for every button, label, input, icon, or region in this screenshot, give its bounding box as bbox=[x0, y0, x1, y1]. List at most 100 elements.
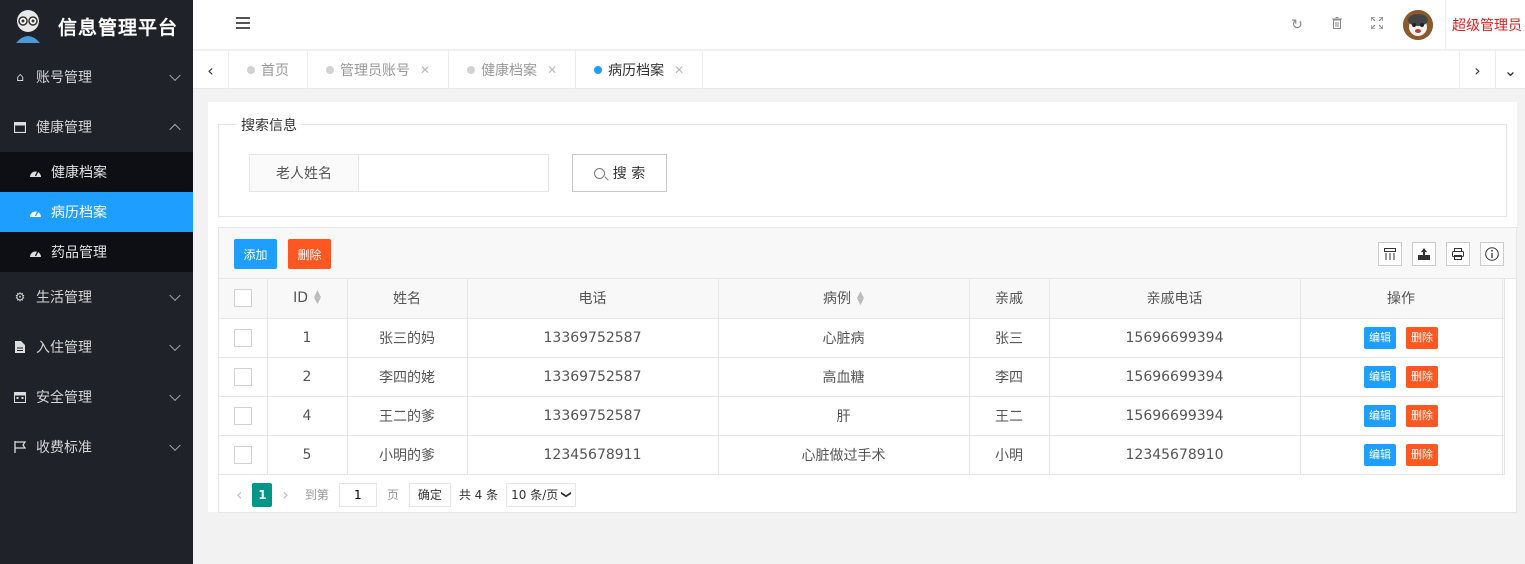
goto-confirm-button[interactable]: 确定 bbox=[408, 482, 451, 507]
sidebar-item-security[interactable]: 安全管理 bbox=[0, 372, 193, 422]
column-header-relative: 亲戚 bbox=[969, 279, 1050, 319]
chevron-down-icon: ❯ bbox=[560, 490, 572, 499]
print-icon[interactable] bbox=[1446, 242, 1470, 266]
cell-relative: 王二 bbox=[969, 396, 1050, 436]
info-icon[interactable] bbox=[1480, 242, 1504, 266]
tabs-scroll-left-icon[interactable]: ‹ bbox=[193, 51, 229, 89]
cell-name: 张三的妈 bbox=[347, 318, 468, 358]
tab-label: 病历档案 bbox=[608, 63, 665, 79]
search-input[interactable] bbox=[358, 154, 549, 192]
row-delete-button[interactable]: 删除 bbox=[1406, 365, 1438, 388]
row-checkbox[interactable] bbox=[233, 367, 252, 386]
chevron-down-icon bbox=[169, 69, 181, 82]
tabs-scroll-right-icon[interactable]: › bbox=[1459, 51, 1495, 89]
cell-phone: 12345678911 bbox=[467, 435, 719, 475]
row-checkbox[interactable] bbox=[233, 406, 252, 425]
prev-page-icon[interactable]: ‹ bbox=[236, 485, 242, 504]
page-unit-label: 页 bbox=[386, 488, 399, 502]
cell-id: 5 bbox=[267, 435, 348, 475]
tab-health-records[interactable]: 健康档案 ✕ bbox=[449, 51, 577, 89]
search-button[interactable]: 搜 索 bbox=[572, 154, 667, 192]
cell-actions: 编辑 删除 bbox=[1300, 318, 1503, 358]
table-row: 1 张三的妈 13369752587 心脏病 张三 15696699394 编辑… bbox=[219, 318, 1505, 358]
sidebar-item-medical-records[interactable]: 病历档案 bbox=[0, 192, 193, 232]
page-size-value: 10 条/页 bbox=[511, 488, 559, 502]
row-checkbox[interactable] bbox=[233, 445, 252, 464]
edit-button[interactable]: 编辑 bbox=[1364, 443, 1396, 466]
fullscreen-icon[interactable] bbox=[1357, 16, 1397, 33]
column-header-actions: 操作 bbox=[1300, 279, 1503, 319]
table-toolbar: 添加 删除 bbox=[219, 228, 1516, 279]
user-name[interactable]: 超级管理员 bbox=[1445, 0, 1522, 50]
cell-relative-phone: 15696699394 bbox=[1049, 357, 1301, 397]
page-current[interactable]: 1 bbox=[252, 482, 273, 507]
row-delete-button[interactable]: 删除 bbox=[1406, 443, 1438, 466]
top-header: ↻ 超级管理员 bbox=[193, 0, 1525, 50]
close-icon[interactable]: ✕ bbox=[420, 63, 430, 77]
sidebar: 信息管理平台 ⌂ 账号管理 健康管理 健康档案 病历档案 药品管理 ⚙ 生活管理… bbox=[0, 0, 193, 564]
next-page-icon[interactable]: › bbox=[282, 485, 288, 504]
sidebar-item-account[interactable]: ⌂ 账号管理 bbox=[0, 52, 193, 102]
cell-case: 高血糖 bbox=[718, 357, 970, 397]
tab-home[interactable]: 首页 bbox=[229, 51, 308, 89]
cell-actions: 编辑 删除 bbox=[1300, 435, 1503, 475]
avatar[interactable] bbox=[1403, 10, 1433, 40]
records-table: ID ▲ ▼ 姓名 电话 病例 ▲ ▼ 亲戚 亲戚电话 操作 1 张三的妈 13… bbox=[219, 279, 1505, 475]
flag-icon bbox=[13, 440, 27, 454]
sidebar-item-label: 健康档案 bbox=[51, 165, 107, 181]
data-table: 添加 删除 ID ▲ ▼ 姓名 电话 病例 ▲ ▼ 亲戚 亲戚电话 操作 1 张… bbox=[218, 227, 1517, 513]
goto-page-input[interactable] bbox=[338, 482, 377, 507]
sort-icon[interactable]: ▲ ▼ bbox=[314, 290, 321, 306]
calendar-icon bbox=[13, 390, 27, 404]
app-title: 信息管理平台 bbox=[58, 16, 179, 39]
search-icon bbox=[593, 167, 605, 179]
tab-medical-records[interactable]: 病历档案 ✕ bbox=[576, 51, 704, 89]
table-header-row: ID ▲ ▼ 姓名 电话 病例 ▲ ▼ 亲戚 亲戚电话 操作 bbox=[219, 279, 1505, 319]
tab-admin-accounts[interactable]: 管理员账号 ✕ bbox=[308, 51, 450, 89]
select-all-cell bbox=[219, 279, 268, 319]
add-button[interactable]: 添加 bbox=[234, 239, 277, 269]
column-header-id[interactable]: ID ▲ ▼ bbox=[267, 279, 348, 319]
close-icon[interactable]: ✕ bbox=[547, 63, 557, 77]
cell-id: 4 bbox=[267, 396, 348, 436]
column-spacer bbox=[1502, 279, 1505, 319]
tab-dot-icon bbox=[594, 66, 603, 74]
edit-button[interactable]: 编辑 bbox=[1364, 404, 1396, 427]
edit-button[interactable]: 编辑 bbox=[1364, 365, 1396, 388]
row-checkbox[interactable] bbox=[233, 328, 252, 347]
trash-icon[interactable] bbox=[1317, 17, 1357, 33]
row-delete-button[interactable]: 删除 bbox=[1406, 326, 1438, 349]
sidebar-item-fees[interactable]: 收费标准 bbox=[0, 422, 193, 472]
sidebar-item-life[interactable]: ⚙ 生活管理 bbox=[0, 272, 193, 322]
sidebar-submenu-health: 健康档案 病历档案 药品管理 bbox=[0, 152, 193, 272]
sidebar-item-health-records[interactable]: 健康档案 bbox=[0, 152, 193, 192]
tab-dot-icon bbox=[247, 66, 255, 74]
export-icon[interactable] bbox=[1412, 242, 1436, 266]
logo-avatar-icon bbox=[12, 9, 44, 43]
cell-actions: 编辑 删除 bbox=[1300, 357, 1503, 397]
close-icon[interactable]: ✕ bbox=[674, 63, 684, 77]
sidebar-item-label: 账号管理 bbox=[36, 70, 92, 86]
cell-phone: 13369752587 bbox=[467, 357, 719, 397]
sort-icon[interactable]: ▲ ▼ bbox=[857, 291, 864, 307]
tab-dot-icon bbox=[467, 66, 476, 74]
sidebar-item-label: 健康管理 bbox=[36, 120, 92, 136]
logo: 信息管理平台 bbox=[0, 0, 193, 52]
sidebar-item-checkin[interactable]: 入住管理 bbox=[0, 322, 193, 372]
dashboard-icon bbox=[28, 205, 42, 219]
total-count: 共 4 条 bbox=[458, 488, 499, 502]
page-size-select[interactable]: 10 条/页 ❯ bbox=[506, 482, 576, 507]
column-header-case[interactable]: 病例 ▲ ▼ bbox=[718, 279, 970, 319]
tab-label: 健康档案 bbox=[481, 63, 538, 79]
select-all-checkbox[interactable] bbox=[233, 289, 252, 308]
row-delete-button[interactable]: 删除 bbox=[1406, 404, 1438, 427]
edit-button[interactable]: 编辑 bbox=[1364, 326, 1396, 349]
sidebar-item-health[interactable]: 健康管理 bbox=[0, 102, 193, 152]
sidebar-item-medicine[interactable]: 药品管理 bbox=[0, 232, 193, 272]
search-button-label: 搜 索 bbox=[612, 166, 646, 182]
menu-toggle-icon[interactable] bbox=[236, 17, 250, 29]
columns-filter-icon[interactable] bbox=[1378, 242, 1402, 266]
refresh-icon[interactable]: ↻ bbox=[1277, 17, 1317, 33]
tabs-menu-chevron-down-icon[interactable]: ⌄ bbox=[1495, 51, 1525, 89]
delete-button[interactable]: 删除 bbox=[288, 239, 331, 269]
